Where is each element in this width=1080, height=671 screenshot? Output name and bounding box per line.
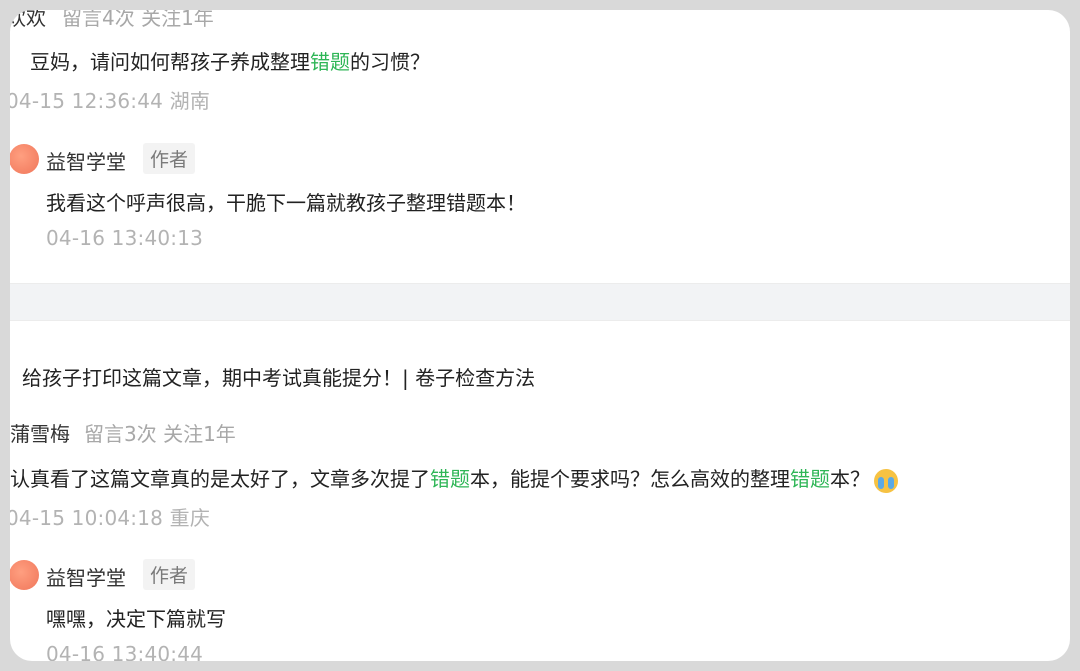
highlight-keyword[interactable]: 错题 [790,467,830,491]
comment-text-segment: 认真看了这篇文章真的是太好了，文章多次提了 [10,467,430,491]
section-divider [10,283,1070,321]
highlight-keyword[interactable]: 错题 [430,467,470,491]
comment-user-name[interactable]: 欢欢 [10,10,46,31]
reply-author-name[interactable]: 益智学堂 [46,146,126,175]
comment-text-segment: 豆妈，请问如何帮孩子养成整理 [30,50,310,74]
reply-text: 嘿嘿，决定下篇就写 [46,607,226,631]
comments-panel: 欢欢 留言4次 关注1年 豆妈，请问如何帮孩子养成整理错题的习惯？ 04-15 … [10,10,1070,661]
crying-face-emoji-icon [874,468,898,493]
highlight-keyword[interactable]: 错题 [310,50,350,74]
reply-timestamp: 04-16 13:40:13 [46,226,204,250]
reply-timestamp: 04-16 13:40:44 [46,642,204,661]
comment-timestamp: 04-15 10:04:18 重庆 [10,506,211,530]
author-avatar[interactable] [10,144,39,174]
reply-text: 我看这个呼声很高，干脆下一篇就教孩子整理错题本！ [46,191,526,215]
article-reference[interactable]: ：给孩子打印这篇文章，期中考试真能提分！| 卷子检查方法 [10,362,535,391]
comment-user-stats: 留言3次 关注1年 [84,422,236,446]
comment-text: 豆妈，请问如何帮孩子养成整理错题的习惯？ [30,46,430,75]
comment-text-segment: 本，能提个要求吗？怎么高效的整理 [470,467,790,491]
comment-user-stats: 留言4次 关注1年 [62,10,214,30]
comment-user-name[interactable]: 蒲雪梅 [10,418,70,447]
author-badge: 作者 [143,559,196,590]
comment-text-segment: 的习惯？ [350,50,430,74]
author-badge: 作者 [143,143,196,174]
comment-text-segment: 本？ [830,467,870,491]
author-avatar[interactable] [10,560,39,590]
comment-text: 认真看了这篇文章真的是太好了，文章多次提了错题本，能提个要求吗？怎么高效的整理错… [10,463,898,493]
reply-author-name[interactable]: 益智学堂 [46,562,126,591]
comment-timestamp: 04-15 12:36:44 湖南 [10,89,211,113]
